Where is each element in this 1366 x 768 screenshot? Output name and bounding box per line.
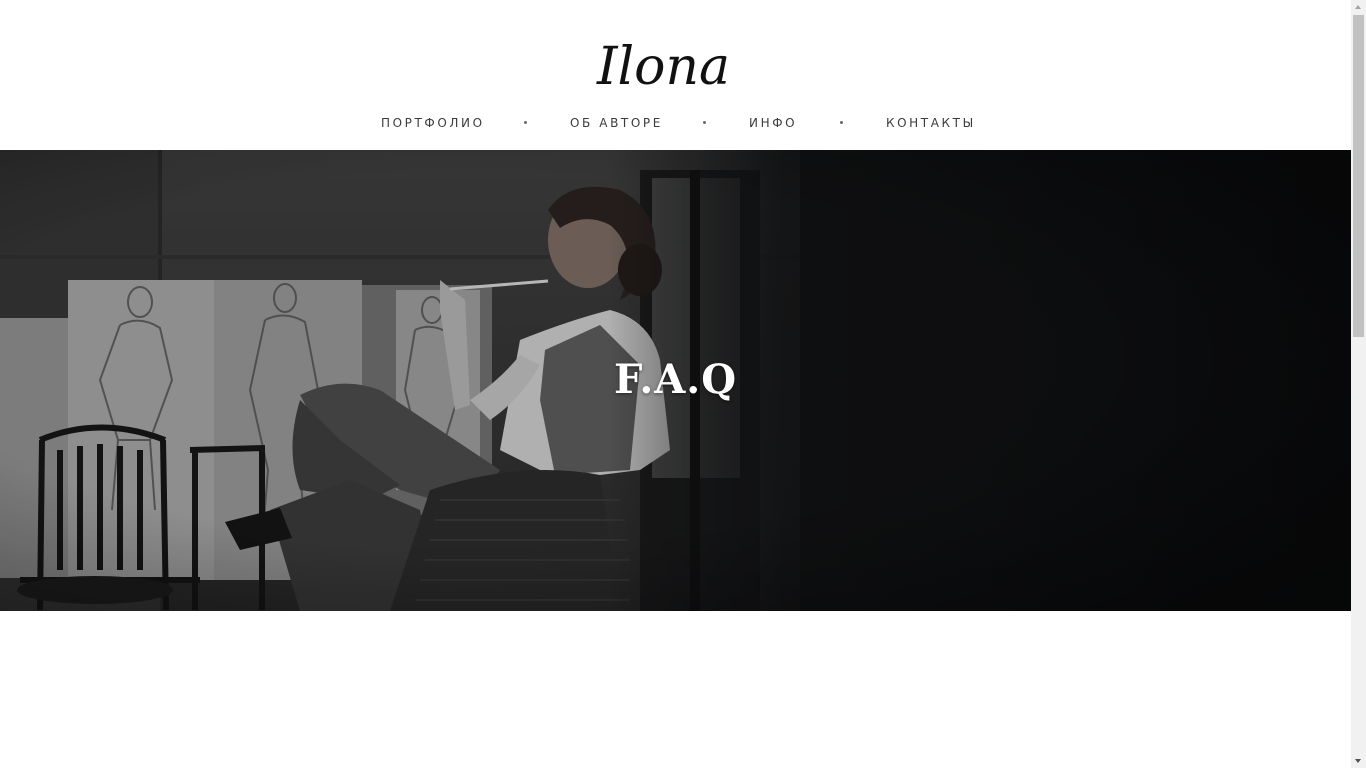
scroll-up-arrow-icon[interactable]	[1351, 0, 1366, 15]
logo-text: Ilona	[596, 37, 730, 94]
nav-item-info[interactable]: ИНФО	[749, 112, 797, 134]
scrollbar-thumb[interactable]	[1353, 15, 1364, 337]
content-area	[0, 611, 1351, 768]
nav-item-portfolio[interactable]: ПОРТФОЛИО	[381, 112, 485, 134]
logo[interactable]: Ilona	[593, 28, 739, 94]
site-header: Ilona ПОРТФОЛИО ОБ АВТОРЕ ИНФО КОНТАКТЫ	[0, 0, 1351, 150]
page-title: F.A.Q	[613, 356, 738, 403]
nav-separator-dot	[703, 121, 706, 124]
page: Ilona ПОРТФОЛИО ОБ АВТОРЕ ИНФО КОНТАКТЫ	[0, 0, 1351, 768]
nav-separator-dot	[524, 121, 527, 124]
vertical-scrollbar[interactable]	[1351, 0, 1366, 768]
main-nav: ПОРТФОЛИО ОБ АВТОРЕ ИНФО КОНТАКТЫ	[0, 112, 1351, 134]
scroll-down-arrow-icon[interactable]	[1351, 753, 1366, 768]
script-logo-icon: Ilona	[596, 37, 730, 94]
hero-banner: F.A.Q	[0, 150, 1351, 611]
nav-separator-dot	[840, 121, 843, 124]
nav-item-contacts[interactable]: КОНТАКТЫ	[886, 112, 976, 134]
nav-item-about[interactable]: ОБ АВТОРЕ	[570, 112, 663, 134]
